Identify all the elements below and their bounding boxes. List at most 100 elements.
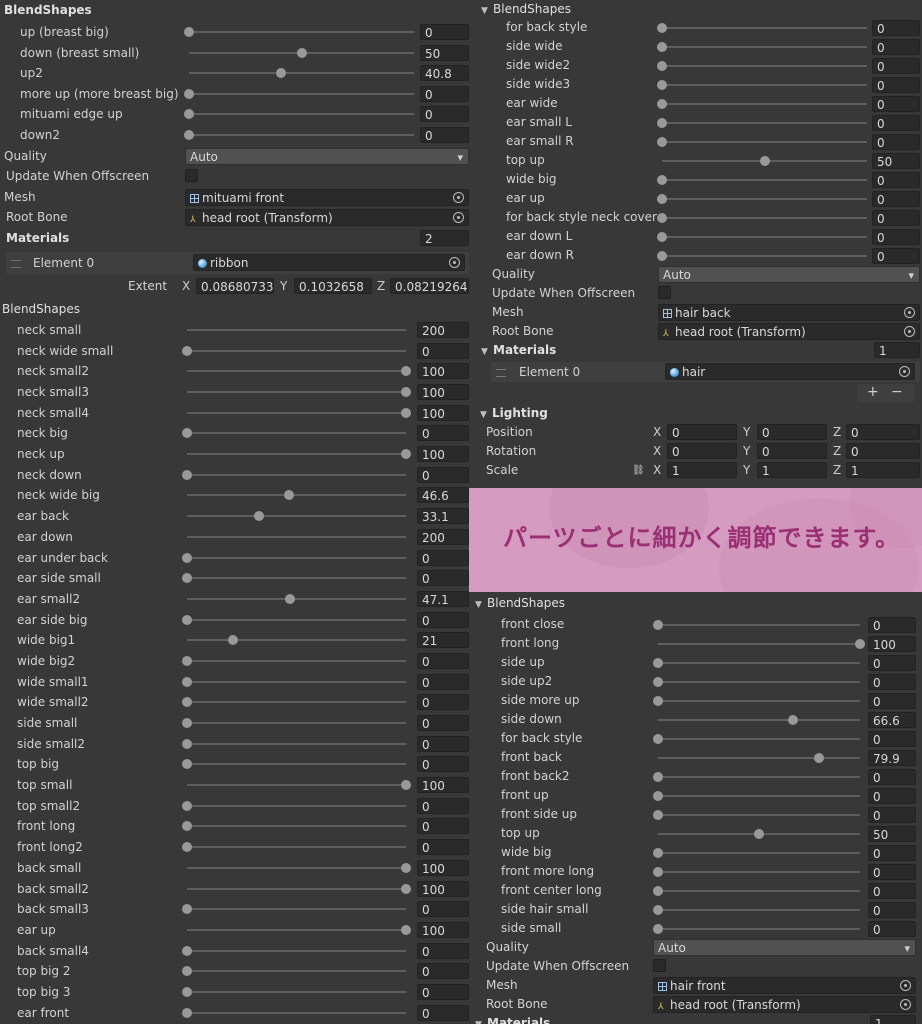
slider-thumb[interactable] [657,251,667,261]
transform-z-field[interactable]: 1 [846,462,920,478]
value-field[interactable]: 40.8 [420,65,469,82]
value-field[interactable]: 33.1 [417,508,469,525]
slider-thumb[interactable] [814,753,825,763]
value-field[interactable]: 0 [872,191,920,207]
slider-thumb[interactable] [401,883,411,894]
value-field[interactable]: 0 [868,674,916,690]
slider-track[interactable] [187,1011,406,1014]
slider-track[interactable] [187,908,406,911]
slider-track[interactable] [187,866,406,869]
value-field[interactable]: 0 [420,106,469,123]
slider-track[interactable] [189,31,414,33]
object-picker-icon[interactable] [904,307,915,318]
slider-thumb[interactable] [657,137,667,147]
add-element-button[interactable]: + [867,384,879,400]
slider-track[interactable] [658,757,860,759]
slider-thumb[interactable] [284,490,295,501]
blendshapes-header[interactable]: BlendShapes [0,299,469,320]
slider-thumb[interactable] [275,68,286,79]
value-field[interactable]: 0 [872,77,920,93]
value-field[interactable]: 0 [868,883,916,899]
transform-y-field[interactable]: 1 [757,462,827,478]
slider-thumb[interactable] [657,61,667,71]
axis-x-label[interactable]: X [653,442,661,461]
slider-track[interactable] [662,27,867,29]
object-picker-icon[interactable] [449,256,460,268]
value-field[interactable]: 0 [417,715,469,731]
lighting-header[interactable]: ▼ Lighting [469,404,922,423]
value-field[interactable]: 0 [417,611,469,628]
slider-thumb[interactable] [401,366,411,377]
slider-track[interactable] [658,662,860,664]
slider-thumb[interactable] [401,862,411,873]
value-field[interactable]: 100 [417,880,469,897]
value-field[interactable]: 0 [417,549,469,566]
slider-thumb[interactable] [401,449,411,460]
axis-z-label[interactable]: Z [833,442,841,461]
slider-thumb[interactable] [657,232,667,242]
value-field[interactable]: 0 [872,134,920,150]
value-field[interactable]: 0 [417,983,469,1000]
value-field[interactable]: 66.6 [868,712,916,728]
slider-track[interactable] [662,198,867,200]
value-field[interactable]: 0 [868,769,916,785]
slider-thumb[interactable] [182,904,192,915]
slider-thumb[interactable] [657,194,667,204]
slider-thumb[interactable] [787,715,798,725]
value-field[interactable]: 0 [417,673,469,690]
value-field[interactable]: 0 [420,24,469,40]
slider-thumb[interactable] [855,639,865,649]
transform-y-field[interactable]: 0 [757,424,827,440]
rootbone-field[interactable]: ⅄ head root (Transform) [185,209,469,227]
axis-z-label[interactable]: Z [833,423,841,442]
slider-thumb[interactable] [184,88,194,99]
value-field[interactable]: 0 [417,694,469,711]
slider-thumb[interactable] [759,156,770,166]
transform-z-field[interactable]: 0 [846,424,920,440]
slider-thumb[interactable] [657,118,667,128]
slider-track[interactable] [189,113,414,116]
value-field[interactable]: 0 [868,864,916,880]
value-field[interactable]: 0 [417,942,469,959]
slider-track[interactable] [187,825,406,828]
value-field[interactable]: 200 [417,528,469,545]
slider-thumb[interactable] [182,945,192,956]
value-field[interactable]: 0 [872,58,920,74]
slider-track[interactable] [187,349,406,352]
mesh-field[interactable]: mituami front [185,188,469,206]
slider-track[interactable] [187,742,406,745]
value-field[interactable]: 100 [417,404,469,421]
value-field[interactable]: 0 [417,1004,469,1021]
slider-thumb[interactable] [182,759,192,770]
slider-thumb[interactable] [182,738,192,749]
value-field[interactable]: 0 [868,845,916,861]
slider-track[interactable] [658,852,860,854]
slider-track[interactable] [658,909,860,911]
blendshapes-header[interactable]: ▼ BlendShapes [469,592,922,615]
slider-thumb[interactable] [653,867,663,877]
slider-thumb[interactable] [653,905,663,915]
slider-track[interactable] [187,411,406,414]
slider-track[interactable] [187,928,406,931]
slider-track[interactable] [658,700,860,702]
materials-count-field[interactable]: 1 [874,342,920,358]
remove-element-button[interactable]: − [891,384,903,400]
value-field[interactable]: 0 [417,425,469,442]
value-field[interactable]: 0 [872,172,920,188]
slider-thumb[interactable] [182,573,192,584]
slider-thumb[interactable] [182,842,192,853]
quality-dropdown[interactable]: Auto [653,939,916,956]
slider-thumb[interactable] [184,129,194,140]
value-field[interactable]: 0 [872,248,920,264]
value-field[interactable]: 0 [417,652,469,669]
slider-thumb[interactable] [401,924,411,935]
slider-track[interactable] [658,795,860,797]
mesh-field[interactable]: hair front [653,977,916,994]
rootbone-field[interactable]: ⅄ head root (Transform) [653,996,916,1013]
slider-thumb[interactable] [182,718,192,728]
slider-track[interactable] [187,391,406,393]
value-field[interactable]: 0 [872,20,920,36]
slider-track[interactable] [187,556,406,559]
materials-row[interactable]: ▼Materials 1 [469,341,922,360]
value-field[interactable]: 50 [868,826,916,842]
